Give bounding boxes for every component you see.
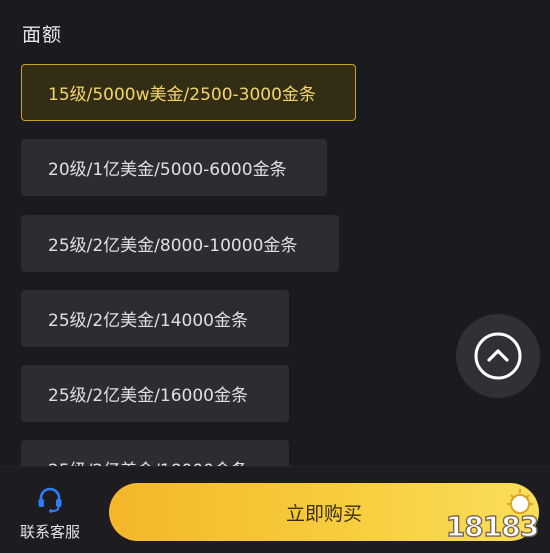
option-label: 15级/5000w美金/2500-3000金条 bbox=[48, 85, 316, 105]
option-20-1yi[interactable]: 20级/1亿美金/5000-6000金条 bbox=[21, 139, 327, 196]
option-label: 25级/2亿美金/8000-10000金条 bbox=[48, 236, 298, 256]
option-15-5000w[interactable]: 15级/5000w美金/2500-3000金条 bbox=[21, 64, 356, 121]
customer-service-button[interactable]: 联系客服 bbox=[12, 485, 88, 542]
customer-service-label: 联系客服 bbox=[19, 523, 80, 541]
buy-now-button[interactable]: 立即购买 bbox=[109, 483, 539, 541]
chevron-up-icon bbox=[474, 332, 522, 380]
section-title: 面额 bbox=[22, 24, 63, 46]
headset-icon bbox=[38, 487, 62, 513]
option-label: 25级/2亿美金/16000金条 bbox=[48, 386, 248, 406]
buy-now-label: 立即购买 bbox=[285, 502, 362, 525]
option-25-2yi-8000[interactable]: 25级/2亿美金/8000-10000金条 bbox=[21, 215, 339, 272]
option-label: 25级/2亿美金/14000金条 bbox=[48, 311, 248, 331]
bottom-action-bar: 联系客服 立即购买 bbox=[0, 466, 550, 553]
option-25-2yi-14000[interactable]: 25级/2亿美金/14000金条 bbox=[21, 290, 289, 347]
option-label: 20级/1亿美金/5000-6000金条 bbox=[48, 160, 287, 180]
option-25-2yi-16000[interactable]: 25级/2亿美金/16000金条 bbox=[21, 365, 289, 422]
scroll-to-top-button[interactable] bbox=[456, 314, 540, 398]
